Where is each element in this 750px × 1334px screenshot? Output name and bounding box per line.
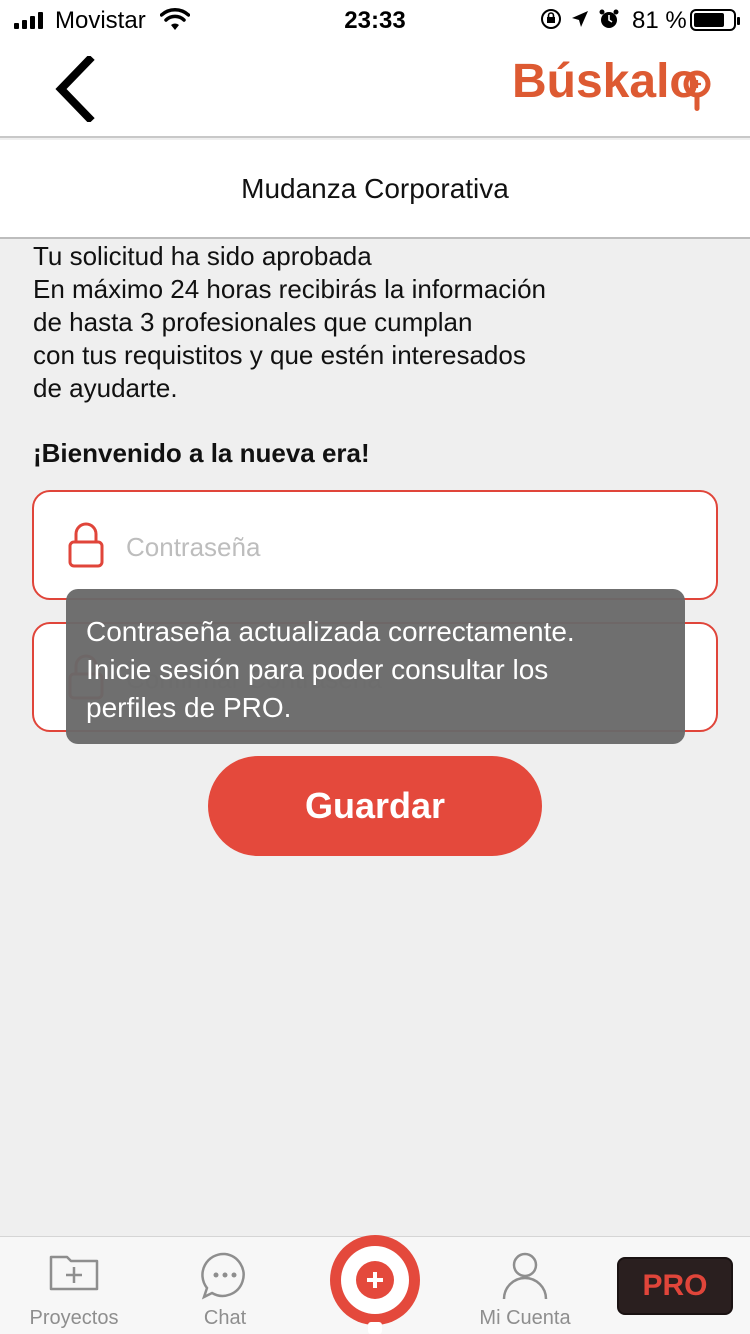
success-toast: Contraseña actualizada correctamente. In… [66, 589, 685, 744]
logo-pin-icon [683, 70, 711, 111]
alarm-icon [599, 9, 619, 28]
tab-proyectos[interactable]: Proyectos [14, 1237, 134, 1334]
add-project-button[interactable] [324, 1230, 426, 1334]
location-icon [572, 11, 588, 27]
welcome-heading: ¡Bienvenido a la nueva era! [33, 438, 370, 468]
orientation-lock-icon [541, 9, 561, 29]
tab-label: Chat [203, 1307, 247, 1329]
back-button[interactable] [40, 54, 110, 124]
tab-label: Proyectos [29, 1307, 119, 1329]
chevron-left-icon [55, 56, 95, 122]
pro-button[interactable]: PRO [617, 1257, 733, 1315]
page-title: Mudanza Corporativa [0, 140, 750, 239]
logo-text: Búskalo [512, 55, 699, 108]
chat-bubble-icon [201, 1252, 245, 1300]
password-field[interactable] [32, 490, 718, 600]
folder-add-icon [49, 1255, 99, 1291]
password-input[interactable] [126, 522, 686, 572]
tab-mi-cuenta[interactable]: Mi Cuenta [460, 1237, 590, 1334]
buskalo-logo: Búskalo [512, 54, 711, 130]
app-header: Búskalo [0, 40, 750, 138]
tab-chat[interactable]: Chat [170, 1237, 280, 1334]
user-icon [502, 1252, 548, 1300]
save-button[interactable]: Guardar [208, 756, 542, 856]
approval-message: Tu solicitud ha sido aprobada En máximo … [33, 241, 546, 403]
battery-percent: 81 % [632, 7, 687, 34]
lock-icon [68, 522, 104, 573]
add-circle-icon [330, 1235, 420, 1334]
battery-icon [690, 9, 740, 31]
status-bar: Movistar 23:33 81 % [0, 0, 750, 40]
tab-label: Mi Cuenta [479, 1307, 571, 1329]
